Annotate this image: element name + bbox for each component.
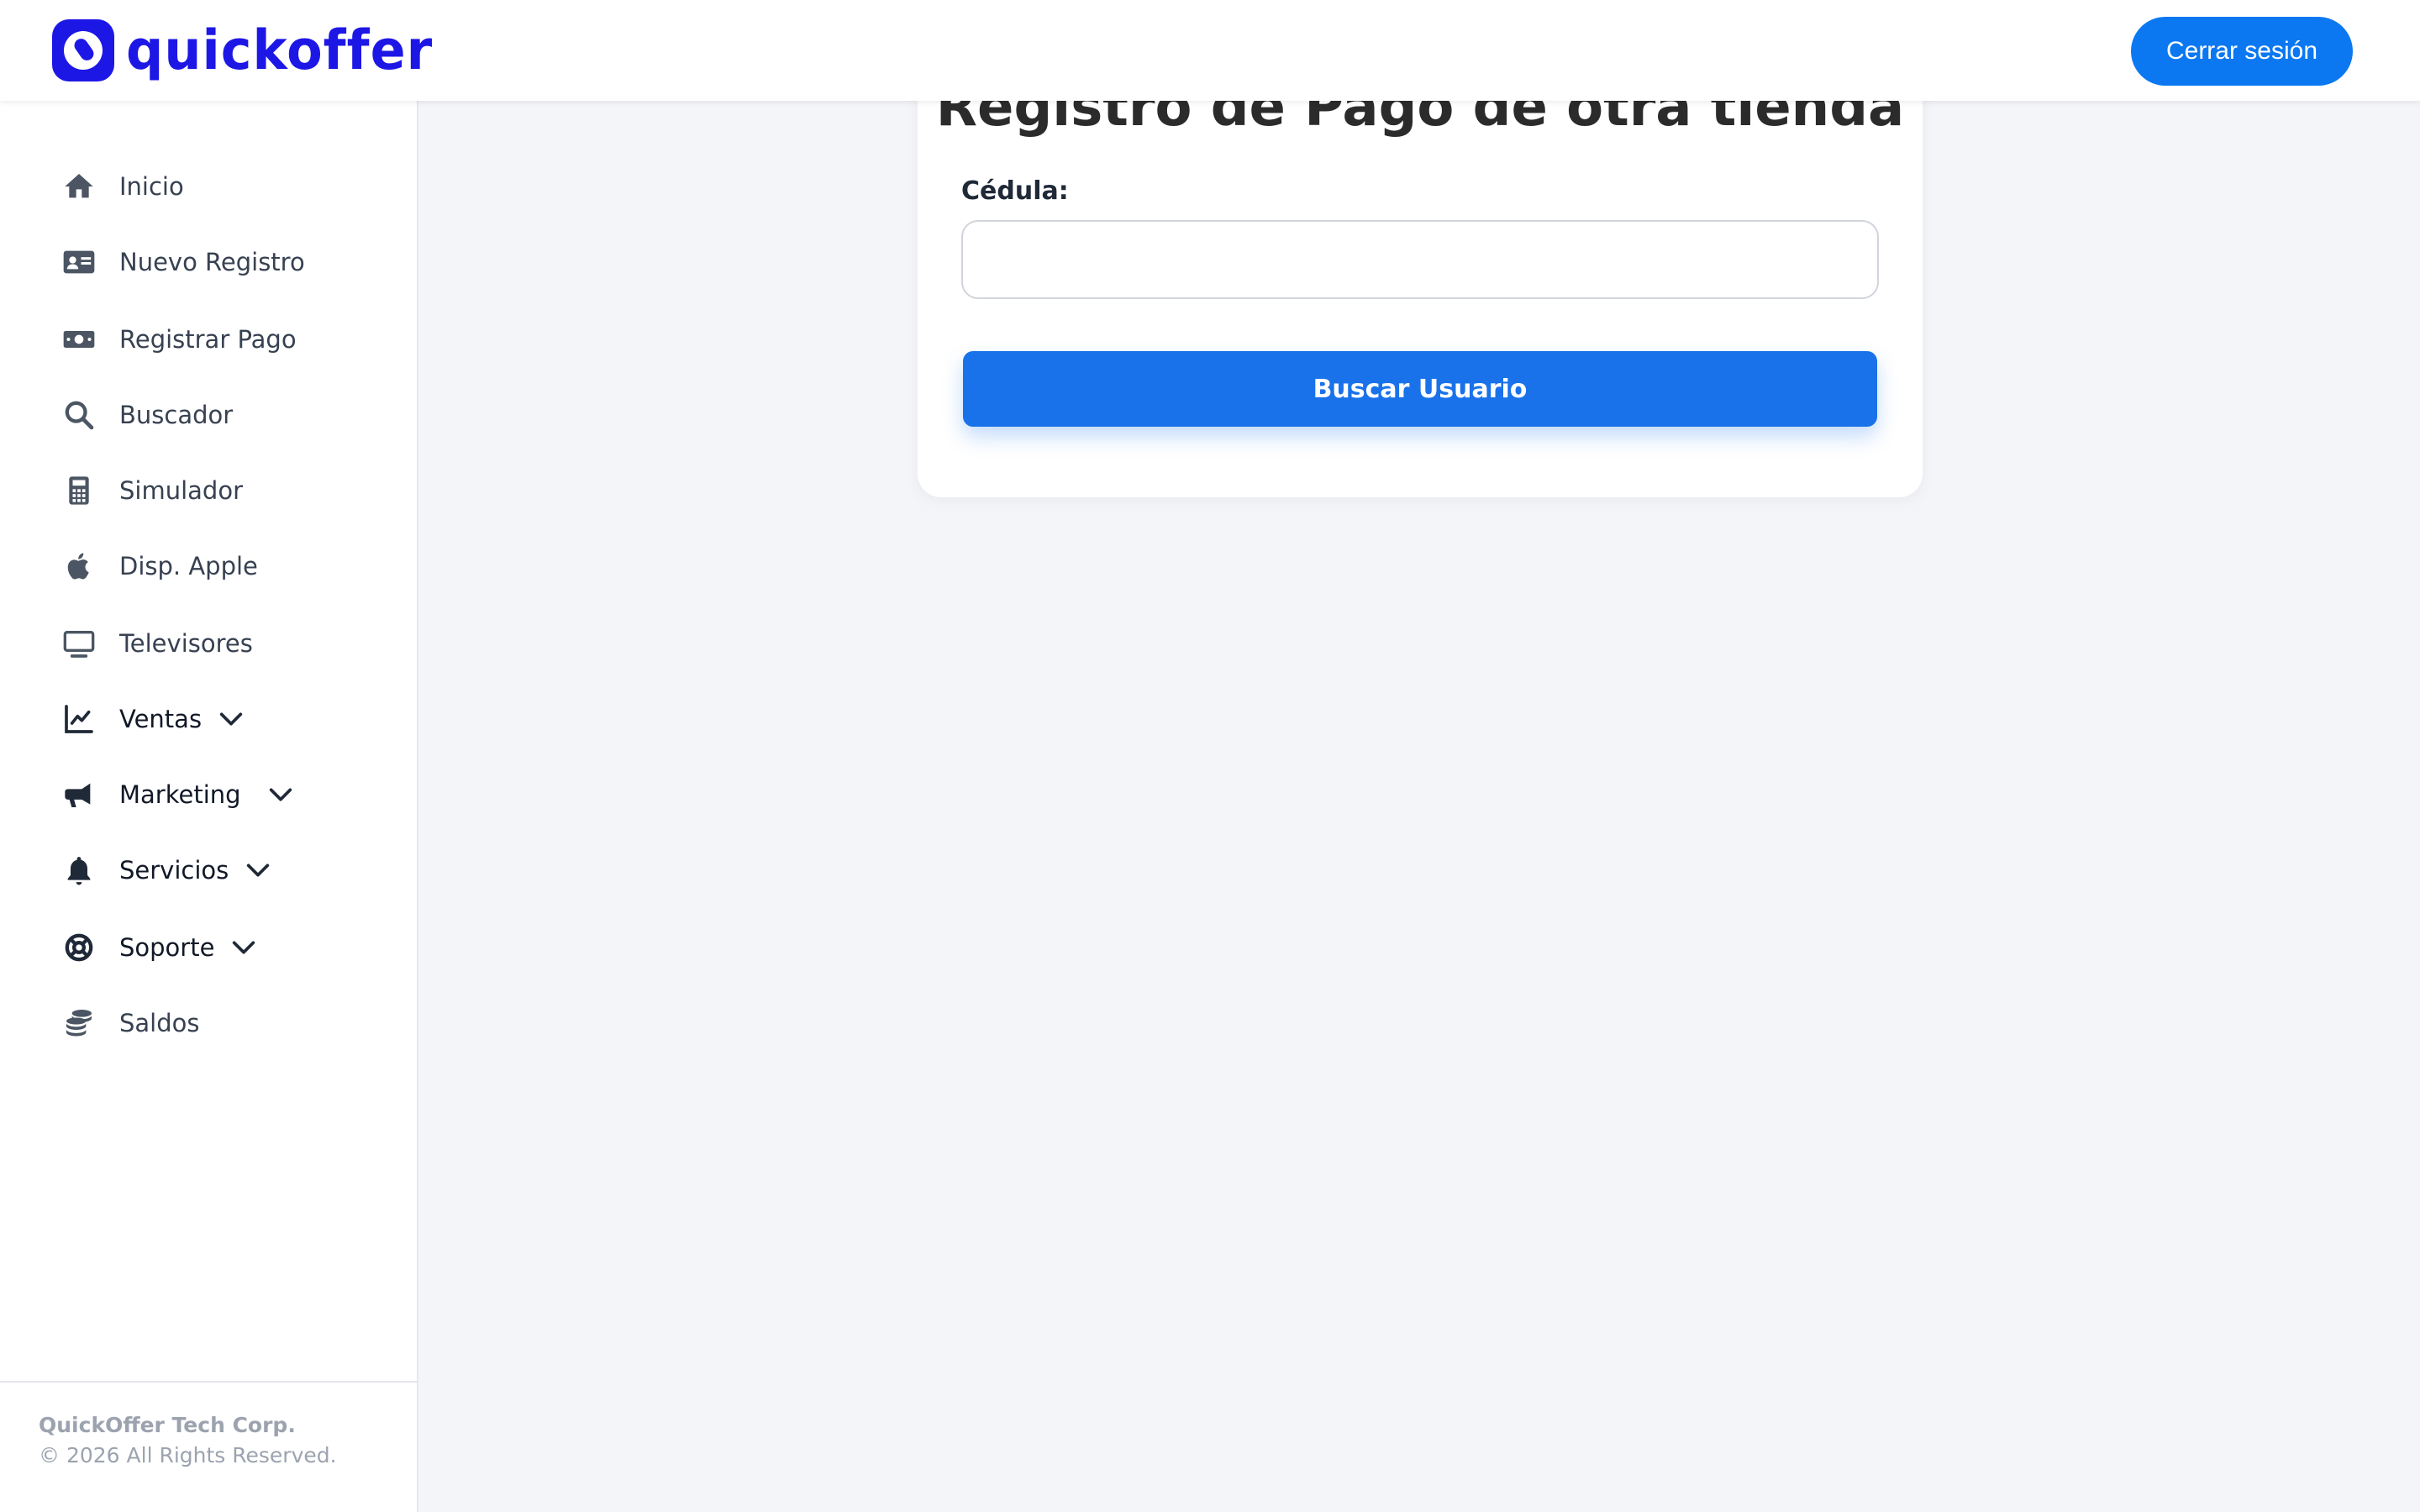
search-icon [59,395,99,435]
id-card-icon [59,242,99,282]
footer-company: QuickOffer Tech Corp. [39,1413,296,1437]
chevron-down-icon[interactable] [266,780,295,809]
sidebar-item-label: Inicio [119,172,184,201]
chevron-down-icon[interactable] [217,705,245,733]
sidebar-item-nuevo-registro[interactable]: Nuevo Registro [59,237,305,287]
sidebar-item-label: Servicios [119,856,229,885]
sidebar-item-label: Registrar Pago [119,325,297,354]
search-user-button[interactable]: Buscar Usuario [963,351,1877,427]
footer-rights: © 2026 All Rights Reserved. [39,1443,337,1467]
sidebar-item-label: Ventas [119,705,203,733]
sidebar-item-label: Nuevo Registro [119,248,305,276]
sidebar-item-label: Disp. Apple [119,552,258,580]
top-bar: quickoffer Cerrar sesión [0,0,2420,101]
sidebar-item-servicios[interactable]: Servicios [59,845,272,895]
lifebuoy-icon [59,927,99,968]
sidebar-item-televisores[interactable]: Televisores [59,618,253,669]
chevron-down-icon[interactable] [229,933,258,962]
logo-text: quickoffer [126,18,434,82]
sidebar-item-label: Televisores [119,629,253,658]
apple-icon [59,546,99,586]
money-bill-icon [59,319,99,360]
sidebar-item-ventas[interactable]: Ventas [59,694,245,744]
bell-icon [59,850,99,890]
sidebar-item-soporte[interactable]: Soporte [59,922,258,973]
sidebar-item-inicio[interactable]: Inicio [59,161,184,212]
sidebar-item-buscador[interactable]: Buscador [59,390,233,440]
sidebar-item-label: Marketing [119,780,241,809]
tv-icon [59,623,99,664]
calculator-icon [59,470,99,511]
sidebar-item-saldos[interactable]: Saldos [59,998,200,1048]
sidebar-item-label: Saldos [119,1009,200,1037]
sidebar-footer: QuickOffer Tech Corp. © 2026 All Rights … [0,1381,417,1512]
sidebar-item-label: Buscador [119,401,234,429]
sidebar-item-label: Soporte [119,933,215,962]
home-icon [59,166,99,207]
logo-icon [52,19,114,81]
chart-line-icon [59,699,99,739]
cedula-input[interactable] [961,220,1879,299]
megaphone-icon [59,774,99,815]
sidebar-item-simulador[interactable]: Simulador [59,465,243,516]
brand-logo[interactable]: quickoffer [52,18,433,82]
cedula-label: Cédula: [961,176,1069,206]
logout-button[interactable]: Cerrar sesión [2131,17,2353,86]
chevron-down-icon[interactable] [244,856,272,885]
sidebar-item-registrar-pago[interactable]: Registrar Pago [59,314,297,365]
sidebar-item-marketing[interactable]: Marketing [59,769,295,820]
sidebar: Inicio Nuevo Registro Registrar Pago Bus… [0,101,418,1512]
coins-icon [59,1003,99,1043]
sidebar-item-disp-apple[interactable]: Disp. Apple [59,541,258,591]
payment-form-card: Registro de Pago de otra tienda Cédula: … [918,34,1923,497]
sidebar-item-label: Simulador [119,476,243,505]
